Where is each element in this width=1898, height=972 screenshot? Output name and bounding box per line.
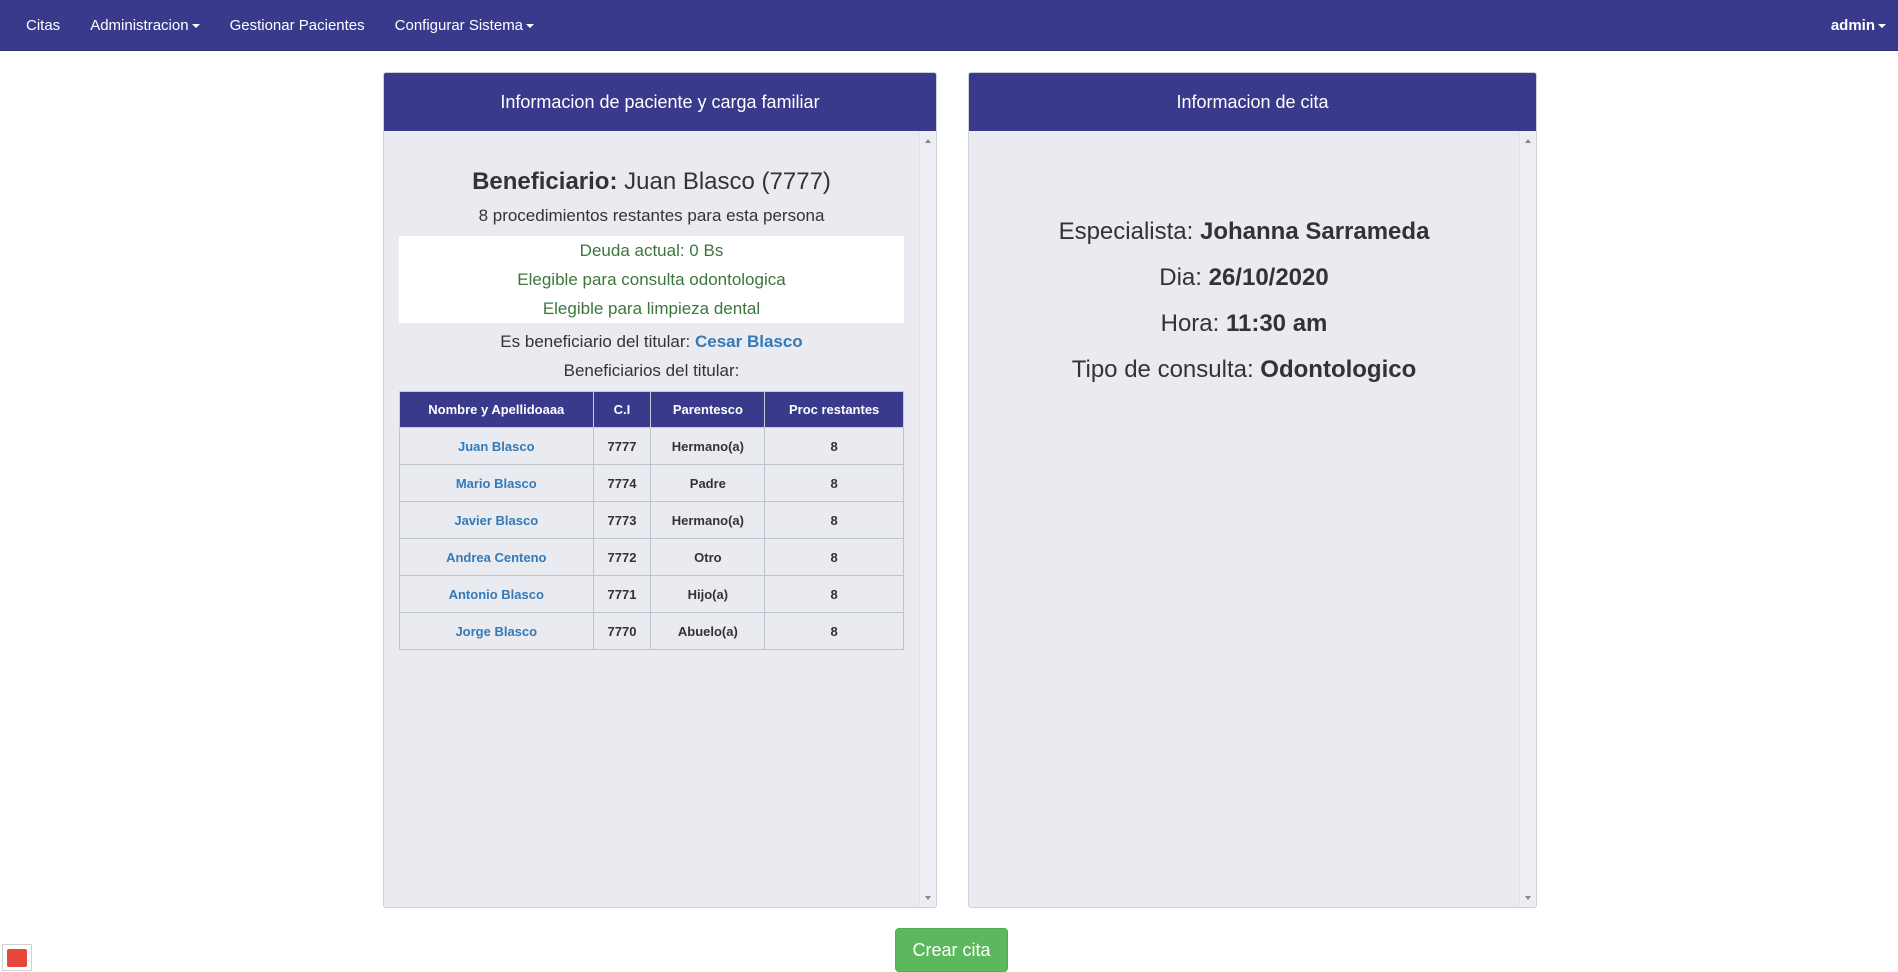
beneficiary-value: Juan Blasco (7777) (624, 168, 831, 195)
beneficiary-relationship: Hermano(a) (650, 501, 766, 539)
nav-item-administracion[interactable]: Administracion (75, 0, 214, 51)
debt-status: Deuda actual: 0 Bs (579, 241, 724, 260)
beneficiary-procedures: 8 (764, 427, 904, 465)
date-line: Dia: 26/10/2020 (969, 264, 1519, 292)
beneficiary-title: Beneficiario: Juan Blasco (7777) (399, 168, 904, 196)
app-corner-icon[interactable] (2, 944, 32, 971)
patient-content: Beneficiario: Juan Blasco (7777) 8 proce… (399, 131, 904, 650)
time-line: Hora: 11:30 am (969, 310, 1519, 338)
beneficiary-ci: 7773 (592, 501, 652, 539)
table-row: Mario Blasco 7774 Padre 8 (399, 464, 904, 502)
table-row: Antonio Blasco 7771 Hijo(a) 8 (399, 575, 904, 613)
table-row: Jorge Blasco 7770 Abuelo(a) 8 (399, 612, 904, 650)
date-label: Dia: (1159, 264, 1202, 291)
beneficiary-procedures: 8 (764, 501, 904, 539)
nav-item-gestionar-pacientes[interactable]: Gestionar Pacientes (215, 0, 380, 51)
caret-down-icon (191, 23, 200, 28)
nav-item-configurar-sistema[interactable]: Configurar Sistema (380, 0, 549, 51)
appointment-content: Especialista: Johanna Sarrameda Dia: 26/… (969, 131, 1519, 384)
table-header-row: Nombre y Apellidoaaa C.I Parentesco Proc… (399, 391, 904, 428)
beneficiary-relationship: Abuelo(a) (650, 612, 766, 650)
table-row: Juan Blasco 7777 Hermano(a) 8 (399, 427, 904, 465)
beneficiary-relationship: Padre (650, 464, 766, 502)
beneficiary-relationship: Hermano(a) (650, 427, 766, 465)
consult-type-value: Odontologico (1260, 356, 1417, 383)
titular-line: Es beneficiario del titular: Cesar Blasc… (399, 332, 904, 352)
table-row: Andrea Centeno 7772 Otro 8 (399, 538, 904, 576)
app-corner-icon-mark (7, 949, 27, 967)
beneficiary-ci: 7771 (592, 575, 652, 613)
beneficiary-name-link[interactable]: Andrea Centeno (399, 538, 594, 576)
beneficiary-label: Beneficiario: (472, 168, 618, 195)
beneficiary-name-link[interactable]: Javier Blasco (399, 501, 594, 539)
nav-item-label: Citas (26, 17, 61, 34)
panel-scrollbar[interactable] (919, 131, 936, 907)
beneficiary-procedures: 8 (764, 464, 904, 502)
specialist-label: Especialista: (1058, 218, 1194, 245)
consult-type-line: Tipo de consulta: Odontologico (969, 356, 1519, 384)
user-menu[interactable]: admin (1831, 0, 1886, 51)
user-name: admin (1830, 17, 1875, 34)
scroll-up-icon[interactable] (925, 139, 931, 143)
column-header: Proc restantes (764, 391, 904, 428)
patient-info-panel: Informacion de paciente y carga familiar… (383, 72, 937, 908)
appointment-info-panel: Informacion de cita Especialista: Johann… (968, 72, 1537, 908)
scroll-down-icon[interactable] (925, 896, 931, 900)
specialist-line: Especialista: Johanna Sarrameda (969, 218, 1519, 246)
beneficiaries-title: Beneficiarios del titular: (563, 361, 740, 380)
specialist-value: Johanna Sarrameda (1199, 218, 1430, 245)
beneficiary-ci: 7774 (592, 464, 652, 502)
date-value: 26/10/2020 (1208, 264, 1329, 291)
column-header: Parentesco (650, 391, 766, 428)
panel-heading: Informacion de paciente y carga familiar (384, 73, 936, 131)
create-appointment-button[interactable]: Crear cita (895, 928, 1008, 972)
panel-body: Especialista: Johanna Sarrameda Dia: 26/… (969, 131, 1536, 907)
beneficiary-ci: 7777 (592, 427, 652, 465)
caret-down-icon (1878, 23, 1886, 28)
time-value: 11:30 am (1225, 310, 1328, 337)
column-header: C.I (592, 391, 652, 428)
beneficiary-name-link[interactable]: Antonio Blasco (399, 575, 594, 613)
nav-menu: Citas Administracion Gestionar Pacientes… (0, 0, 549, 51)
beneficiary-procedures: 8 (764, 612, 904, 650)
status-box: Deuda actual: 0 Bs Elegible para consult… (399, 236, 904, 323)
beneficiary-relationship: Hijo(a) (650, 575, 766, 613)
titular-label: Es beneficiario del titular: (500, 332, 691, 351)
scroll-up-icon[interactable] (1525, 139, 1531, 143)
beneficiary-procedures: 8 (764, 575, 904, 613)
beneficiary-name-link[interactable]: Juan Blasco (399, 427, 594, 465)
panel-heading: Informacion de cita (969, 73, 1536, 131)
nav-item-citas[interactable]: Citas (0, 0, 75, 51)
beneficiary-name-link[interactable]: Jorge Blasco (399, 612, 594, 650)
titular-link[interactable]: Cesar Blasco (695, 332, 803, 351)
cleaning-eligibility: Elegible para limpieza dental (542, 299, 761, 318)
nav-item-label: Configurar Sistema (394, 17, 524, 34)
beneficiary-name-link[interactable]: Mario Blasco (399, 464, 594, 502)
column-header: Nombre y Apellidoaaa (399, 391, 594, 428)
procedures-remaining: 8 procedimientos restantes para esta per… (478, 206, 825, 225)
beneficiaries-table: Nombre y Apellidoaaa C.I Parentesco Proc… (399, 391, 904, 650)
nav-item-label: Administracion (90, 17, 189, 34)
nav-item-label: Gestionar Pacientes (229, 17, 365, 34)
beneficiary-ci: 7772 (592, 538, 652, 576)
panel-body: Beneficiario: Juan Blasco (7777) 8 proce… (384, 131, 936, 907)
beneficiary-ci: 7770 (592, 612, 652, 650)
scroll-down-icon[interactable] (1525, 896, 1531, 900)
top-navbar: Citas Administracion Gestionar Pacientes… (0, 0, 1898, 51)
beneficiary-procedures: 8 (764, 538, 904, 576)
consult-eligibility: Elegible para consulta odontologica (517, 270, 786, 289)
time-label: Hora: (1160, 310, 1220, 337)
consult-type-label: Tipo de consulta: (1071, 356, 1254, 383)
caret-down-icon (526, 23, 535, 28)
beneficiary-relationship: Otro (650, 538, 766, 576)
panel-scrollbar[interactable] (1519, 131, 1536, 907)
table-row: Javier Blasco 7773 Hermano(a) 8 (399, 501, 904, 539)
